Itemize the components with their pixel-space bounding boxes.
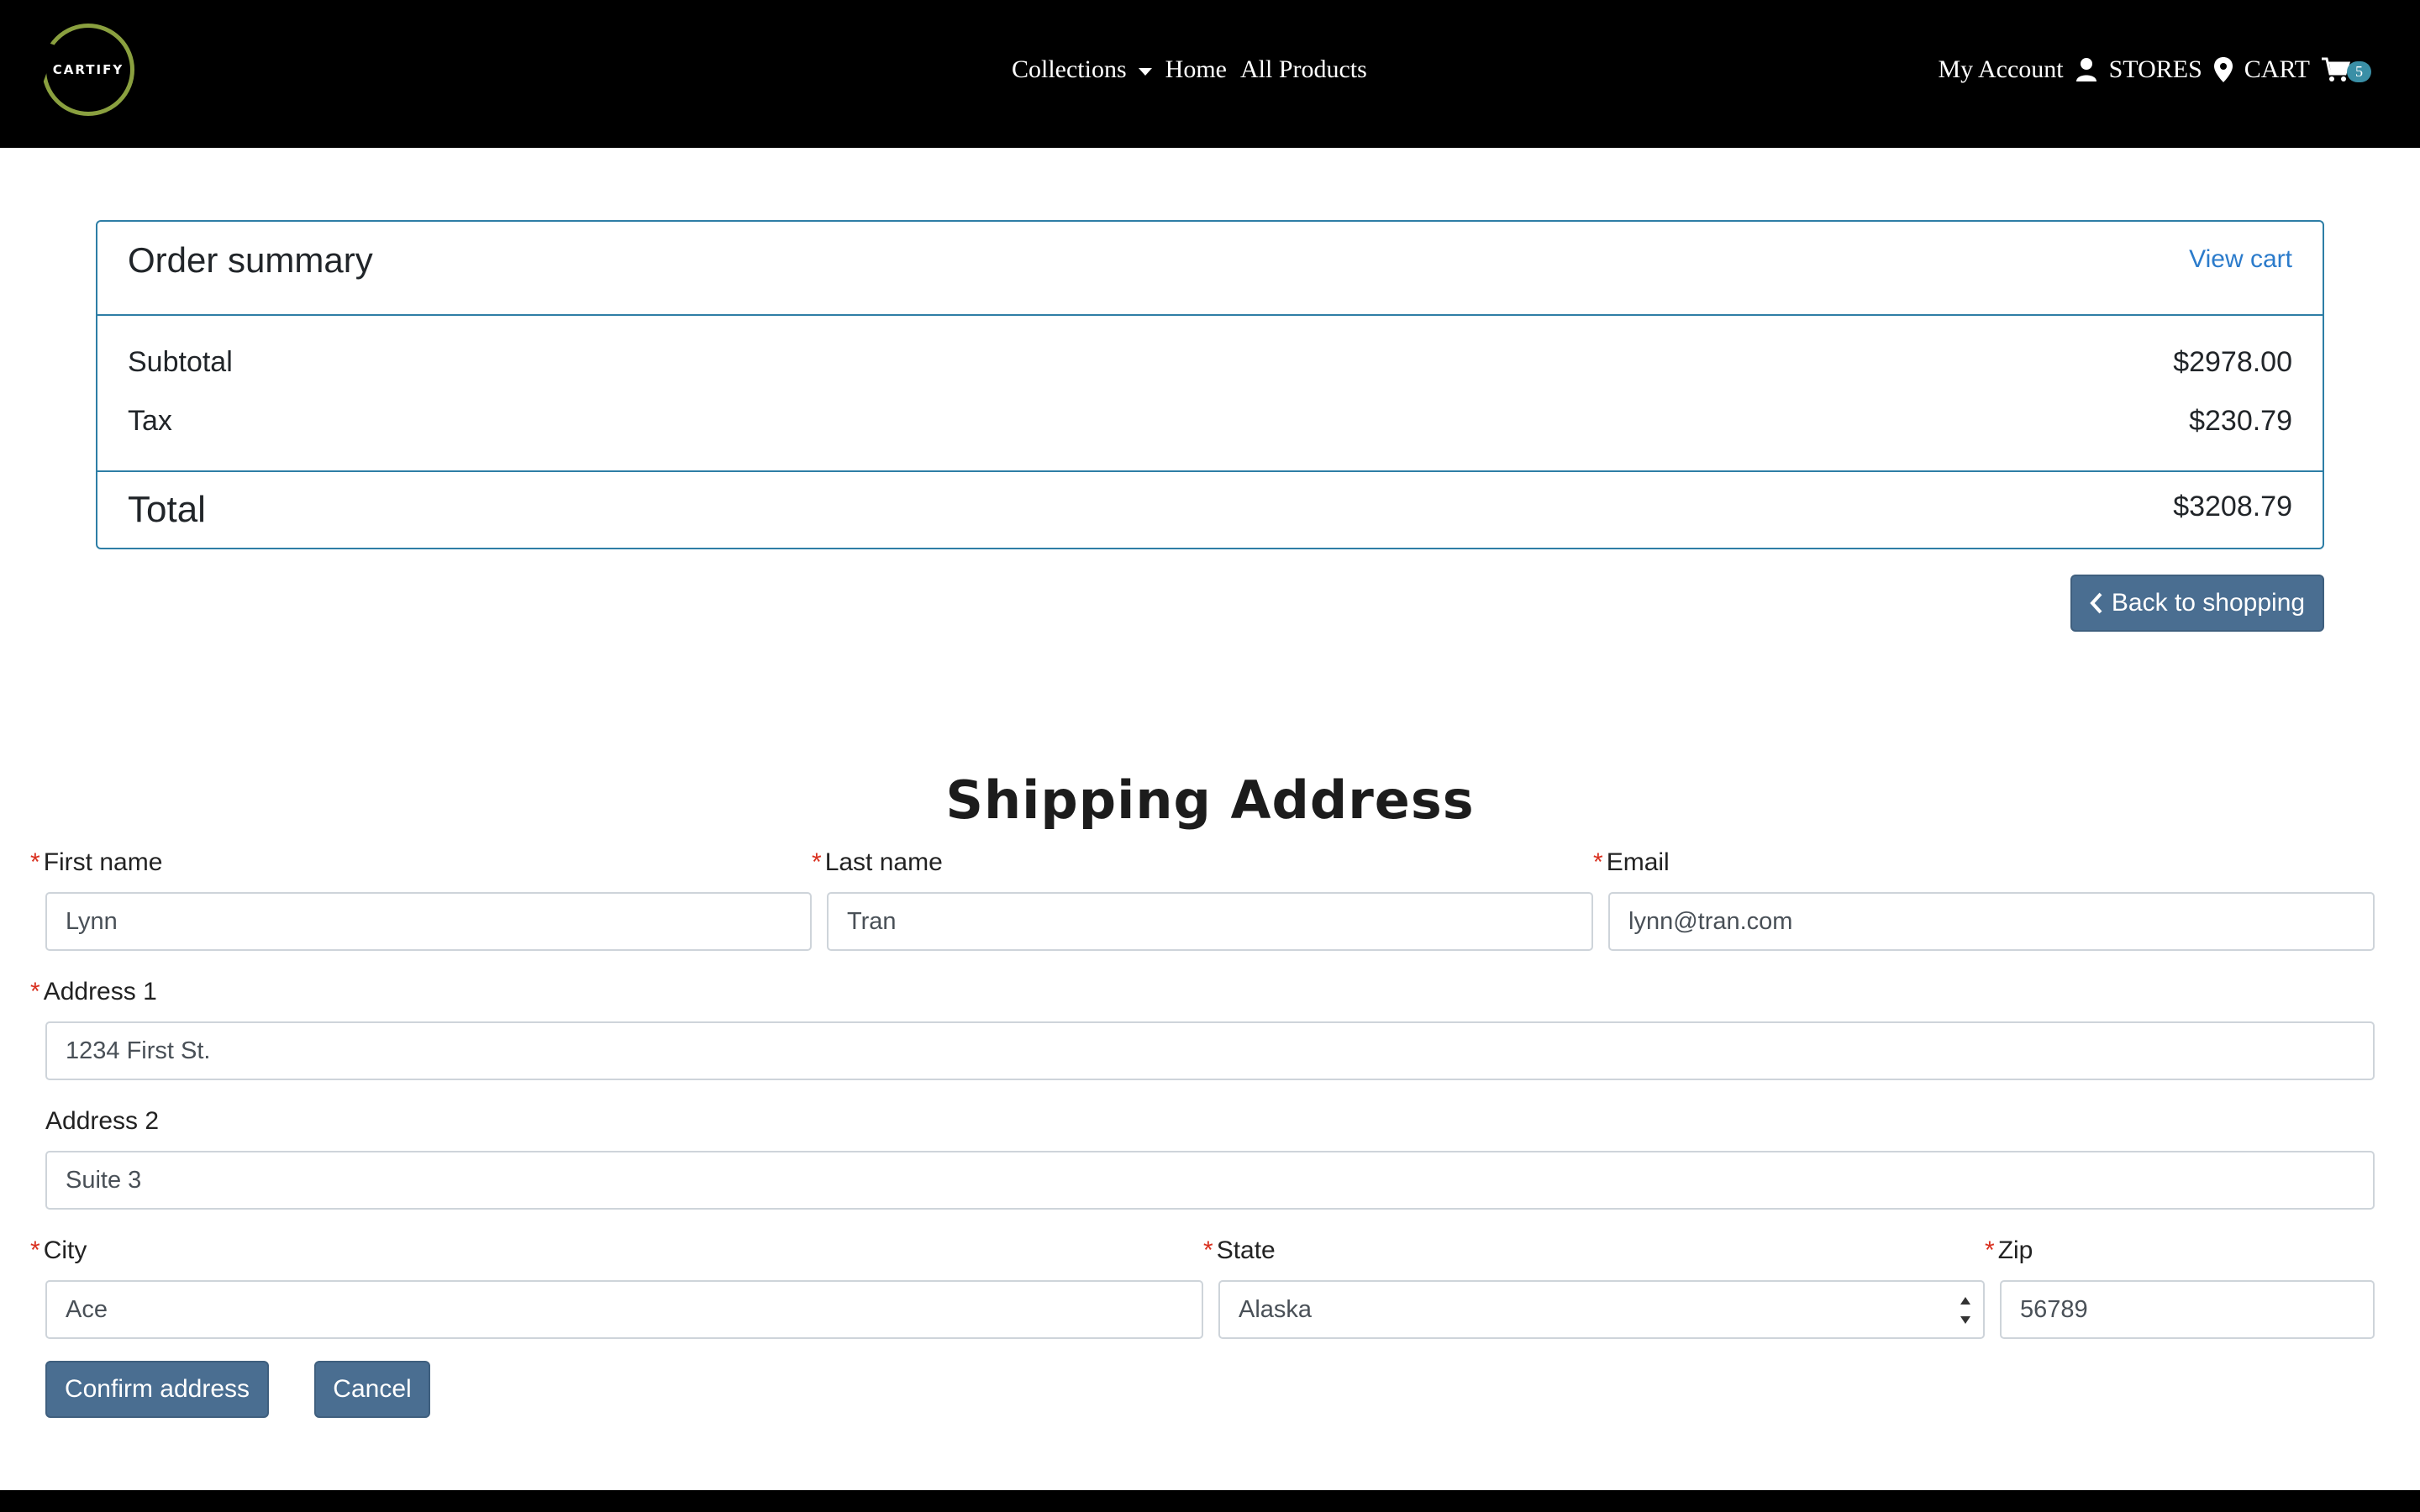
subtotal-label: Subtotal [128,346,233,378]
account-nav: My Account STORES CART 5 [1938,55,2371,84]
last-name-value: Tran [847,907,897,935]
main-nav: Collections Home All Products [1012,55,1367,84]
address1-field[interactable]: 1234 First St. [45,1021,2375,1080]
nav-collections-label: Collections [1012,55,1127,83]
required-mark: * [30,848,40,876]
required-mark: * [812,848,822,876]
required-mark: * [30,1236,40,1264]
required-mark: * [1985,1236,1995,1264]
cart-icon [2322,57,2350,81]
cancel-label: Cancel [333,1375,412,1403]
first-name-label-text: First name [43,848,163,876]
nav-my-account[interactable]: My Account [1938,55,2063,84]
nav-collections[interactable]: Collections [1012,55,1152,84]
address1-value: 1234 First St. [66,1037,211,1064]
city-label-text: City [43,1236,87,1264]
last-name-label-text: Last name [824,848,943,876]
logo-text: CARTIFY [52,62,124,77]
view-cart-link[interactable]: View cart [2189,245,2292,274]
first-name-value: Lynn [66,907,118,935]
nav-cart[interactable]: CART [2244,55,2310,84]
divider [97,470,2323,472]
city-field[interactable]: Ace [45,1280,1203,1339]
shipping-address-heading: Shipping Address [945,769,1475,831]
select-arrows-icon [1960,1297,1971,1324]
chevron-left-icon [2090,592,2102,614]
email-value: lynn@tran.com [1628,907,1793,935]
state-value: Alaska [1239,1295,1313,1323]
first-name-field[interactable]: Lynn [45,892,812,951]
required-mark: * [30,978,40,1005]
tax-label: Tax [128,405,172,437]
address2-label: Address 2 [45,1107,160,1135]
total-value: $3208.79 [2173,491,2292,522]
nav-stores[interactable]: STORES [2109,55,2202,84]
address1-label: * Address 1 [30,978,157,1006]
nav-home[interactable]: Home [1165,55,1227,84]
first-name-label: * First name [30,848,162,877]
city-label: * City [30,1236,87,1265]
subtotal-value: $2978.00 [2173,346,2292,378]
back-to-shopping-label: Back to shopping [2111,589,2306,617]
cancel-button[interactable]: Cancel [314,1361,430,1418]
email-field[interactable]: lynn@tran.com [1608,892,2375,951]
state-label-text: State [1216,1236,1276,1264]
divider [97,314,2323,316]
zip-label: * Zip [1985,1236,2033,1265]
email-label: * Email [1593,848,1670,877]
zip-field[interactable]: 56789 [2000,1280,2375,1339]
cart-button[interactable]: 5 [2322,57,2371,82]
last-name-field[interactable]: Tran [827,892,1593,951]
last-name-label: * Last name [812,848,943,877]
required-mark: * [1593,848,1603,876]
back-to-shopping-button[interactable]: Back to shopping [2070,575,2324,632]
cartify-logo[interactable]: CARTIFY [42,24,134,116]
state-label: * State [1203,1236,1276,1265]
order-summary-title: Order summary [128,240,373,280]
address2-value: Suite 3 [66,1166,142,1194]
map-pin-icon[interactable] [2213,57,2233,82]
footer [0,1490,2420,1512]
address2-field[interactable]: Suite 3 [45,1151,2375,1210]
required-mark: * [1203,1236,1213,1264]
nav-all-products[interactable]: All Products [1240,55,1367,84]
city-value: Ace [66,1295,108,1323]
order-summary-card: Order summary View cart Subtotal $2978.0… [96,220,2324,549]
top-navbar: CARTIFY Collections Home All Products My… [0,0,2420,148]
cart-count-badge: 5 [2347,60,2371,82]
state-select[interactable]: Alaska [1218,1280,1985,1339]
total-label: Total [128,489,206,530]
confirm-address-button[interactable]: Confirm address [45,1361,269,1418]
address1-label-text: Address 1 [43,978,157,1005]
user-icon[interactable] [2075,57,2097,82]
caret-down-icon [1138,67,1152,76]
confirm-address-label: Confirm address [64,1375,250,1403]
email-label-text: Email [1606,848,1670,876]
tax-value: $230.79 [2189,405,2292,437]
zip-value: 56789 [2020,1295,2088,1323]
zip-label-text: Zip [1997,1236,2033,1264]
